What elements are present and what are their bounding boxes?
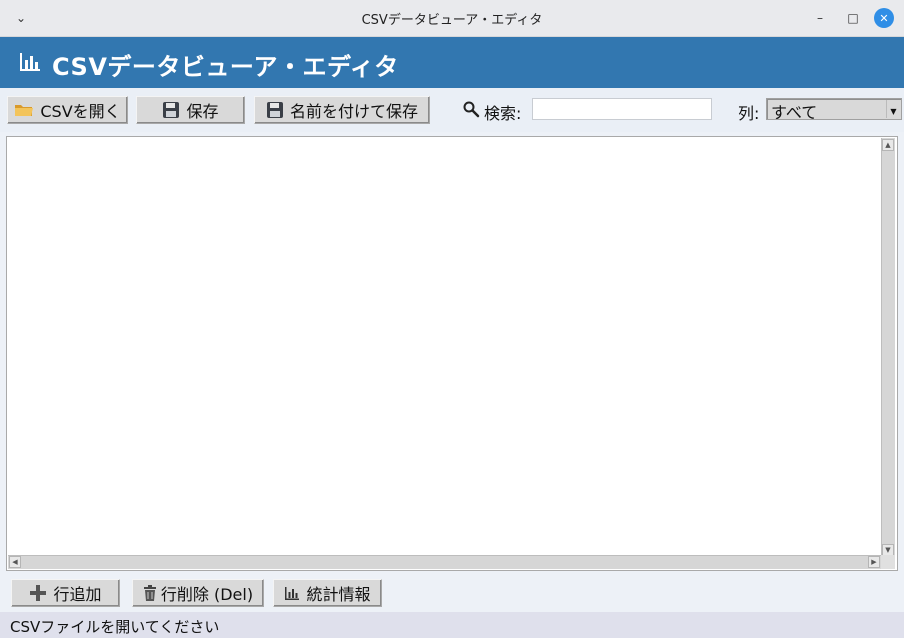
search-label: 検索:	[484, 104, 522, 123]
open-csv-label: CSVを開く	[40, 102, 121, 121]
add-row-label: 行追加	[53, 585, 102, 604]
data-table[interactable]: ▲ ▼ ◀ ▶	[6, 136, 898, 571]
bar-chart-icon	[20, 53, 40, 71]
delete-row-button[interactable]: 行削除 (Del)	[132, 579, 264, 607]
scroll-up-icon[interactable]: ▲	[882, 139, 894, 151]
vertical-scrollbar[interactable]: ▲ ▼	[881, 138, 895, 557]
app-window: ⌄ CSVデータビューア・エディタ – □ ✕ CSVデータビューア・エディタ …	[0, 0, 904, 638]
floppy-disk-icon	[162, 101, 180, 119]
folder-icon	[14, 102, 34, 118]
maximize-button[interactable]: □	[843, 8, 863, 28]
open-csv-button[interactable]: CSVを開く	[7, 96, 128, 124]
trash-icon	[143, 584, 157, 602]
toolbar: CSVを開く 保存 名前を付けて保存 検索: 列: すべて ▼	[0, 88, 904, 132]
save-button[interactable]: 保存	[136, 96, 245, 124]
save-as-button[interactable]: 名前を付けて保存	[254, 96, 430, 124]
window-title: CSVデータビューア・エディタ	[361, 13, 543, 28]
scrollbar-corner	[881, 555, 895, 569]
status-bar: CSVファイルを開いてください	[0, 612, 904, 638]
status-text: CSVファイルを開いてください	[10, 618, 220, 636]
statistics-button[interactable]: 統計情報	[273, 579, 382, 607]
floppy-disk-icon	[266, 101, 284, 119]
close-button[interactable]: ✕	[874, 8, 894, 28]
page-title: CSVデータビューア・エディタ	[52, 53, 399, 81]
save-as-label: 名前を付けて保存	[289, 102, 418, 121]
title-bar: ⌄ CSVデータビューア・エディタ – □ ✕	[0, 0, 904, 37]
column-select[interactable]: すべて ▼	[766, 98, 902, 122]
statistics-label: 統計情報	[306, 585, 371, 604]
column-select-value: すべて	[771, 103, 818, 122]
delete-row-label: 行削除 (Del)	[160, 585, 254, 604]
horizontal-scrollbar[interactable]: ◀ ▶	[8, 555, 881, 569]
scroll-left-icon[interactable]: ◀	[9, 556, 21, 568]
column-label: 列:	[738, 104, 760, 123]
search-input[interactable]	[532, 98, 712, 120]
chevron-down-icon[interactable]: ▼	[886, 100, 900, 118]
scroll-right-icon[interactable]: ▶	[868, 556, 880, 568]
plus-icon	[29, 584, 47, 602]
header-banner: CSVデータビューア・エディタ	[0, 37, 904, 88]
magnifier-icon	[463, 101, 480, 118]
minimize-button[interactable]: –	[810, 8, 830, 28]
bar-chart-icon	[284, 585, 300, 601]
save-label: 保存	[186, 102, 219, 121]
add-row-button[interactable]: 行追加	[11, 579, 120, 607]
